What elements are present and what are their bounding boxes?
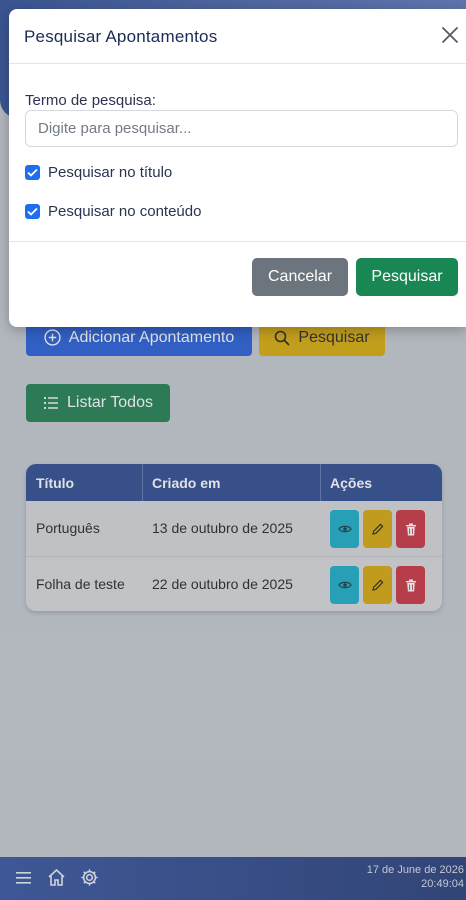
search-in-content-checkbox[interactable]: [25, 204, 40, 219]
search-in-title-option[interactable]: Pesquisar no título: [25, 164, 172, 181]
search-in-title-checkbox[interactable]: [25, 165, 40, 180]
search-in-content-option[interactable]: Pesquisar no conteúdo: [25, 203, 201, 220]
modal-title: Pesquisar Apontamentos: [24, 27, 218, 46]
search-in-content-label: Pesquisar no conteúdo: [48, 203, 202, 220]
submit-search-button[interactable]: Pesquisar: [356, 258, 458, 296]
cancel-button[interactable]: Cancelar: [252, 258, 348, 296]
check-icon: [27, 168, 38, 177]
search-in-title-label: Pesquisar no título: [48, 164, 173, 181]
search-term-label: Termo de pesquisa:: [25, 92, 156, 109]
check-icon: [27, 207, 38, 216]
modal-divider: [9, 63, 466, 64]
close-icon[interactable]: [441, 26, 459, 44]
search-input[interactable]: [25, 110, 458, 147]
search-modal: Pesquisar Apontamentos Termo de pesquisa…: [9, 9, 466, 327]
modal-divider: [9, 241, 466, 242]
